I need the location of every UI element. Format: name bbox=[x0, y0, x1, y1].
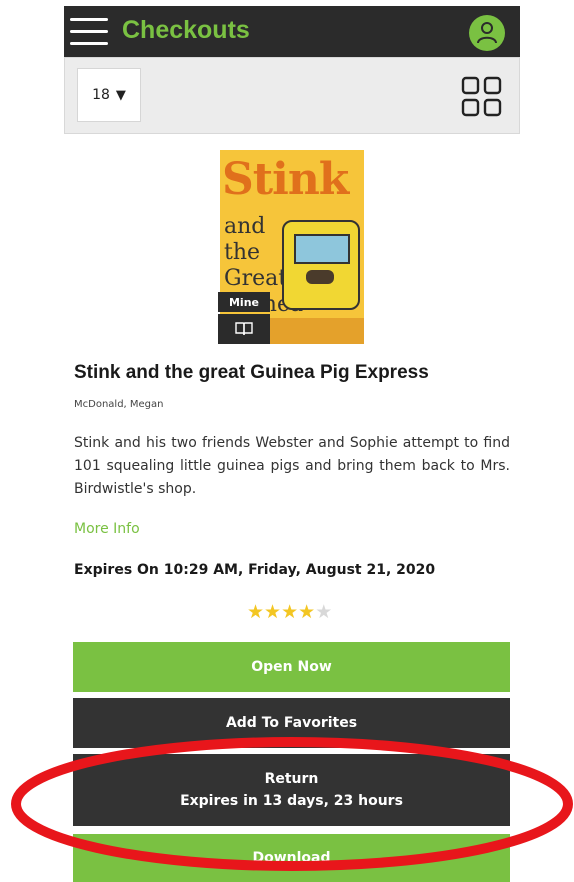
star-filled-icon: ★ bbox=[264, 601, 282, 623]
items-per-page-dropdown[interactable]: 18 ▼ bbox=[77, 68, 141, 122]
book-author[interactable]: McDonald, Megan bbox=[74, 399, 164, 410]
download-button[interactable]: Download bbox=[73, 834, 510, 882]
star-filled-icon: ★ bbox=[298, 601, 316, 623]
star-empty-icon: ★ bbox=[315, 601, 333, 623]
cover-title-art: Stink bbox=[222, 154, 349, 205]
chevron-down-icon: ▼ bbox=[115, 87, 126, 103]
open-now-button[interactable]: Open Now bbox=[73, 642, 510, 692]
ownership-badge: Mine bbox=[218, 292, 270, 312]
star-filled-icon: ★ bbox=[281, 601, 299, 623]
open-now-label: Open Now bbox=[251, 659, 332, 675]
return-button[interactable]: Return Expires in 13 days, 23 hours bbox=[73, 754, 510, 826]
return-label: Return bbox=[264, 771, 319, 787]
grid-view-icon[interactable] bbox=[461, 76, 503, 118]
add-to-favorites-label: Add To Favorites bbox=[225, 715, 358, 731]
book-title: Stink and the great Guinea Pig Express bbox=[74, 362, 429, 383]
star-filled-icon: ★ bbox=[247, 601, 265, 623]
items-per-page-value: 18 bbox=[92, 87, 110, 103]
user-avatar-icon[interactable] bbox=[469, 15, 505, 51]
return-expiry-sublabel: Expires in 13 days, 23 hours bbox=[180, 793, 403, 809]
checkouts-screen: Checkouts 18 ▼ Stink and the Great Guine… bbox=[64, 0, 520, 882]
list-toolbar: 18 ▼ bbox=[64, 57, 520, 134]
book-icon bbox=[218, 314, 270, 344]
page-title: Checkouts bbox=[122, 16, 250, 44]
book-description: Stink and his two friends Webster and So… bbox=[74, 435, 510, 497]
star-rating: ★ ★ ★ ★ ★ bbox=[247, 602, 332, 622]
more-info-link[interactable]: More Info bbox=[74, 521, 140, 537]
download-label: Download bbox=[252, 850, 331, 866]
expiration-date: Expires On 10:29 AM, Friday, August 21, … bbox=[74, 562, 436, 578]
app-header: Checkouts bbox=[64, 6, 520, 57]
add-to-favorites-button[interactable]: Add To Favorites bbox=[73, 698, 510, 748]
cover-bus-illustration bbox=[282, 220, 360, 310]
hamburger-menu-icon[interactable] bbox=[70, 16, 108, 48]
